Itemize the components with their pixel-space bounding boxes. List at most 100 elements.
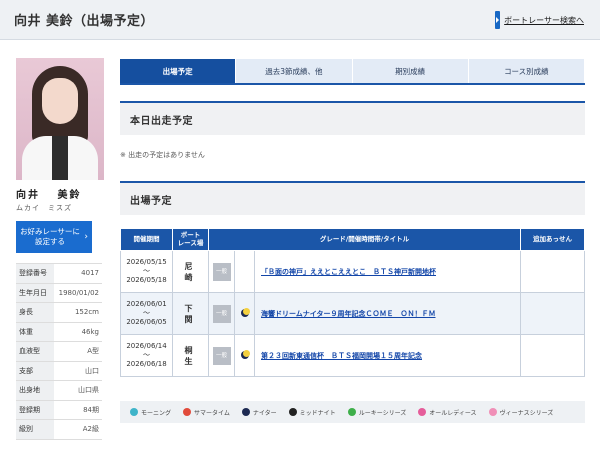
extra-cell	[520, 250, 585, 293]
racer-name: 向井 美鈴	[16, 190, 82, 201]
end-date: 2026/06/18	[126, 359, 167, 368]
grade-badge: 一般	[212, 346, 231, 365]
end-date: 2026/06/05	[126, 317, 167, 326]
legend-summertime: サマータイム	[183, 408, 230, 417]
grade-badge: 一般	[212, 304, 231, 323]
tab-course-results[interactable]: コース別成績	[468, 59, 585, 83]
info-key: 出身地	[16, 381, 54, 400]
info-row-class: 級別 A2級	[16, 420, 102, 440]
start-date: 2026/06/01	[126, 300, 167, 309]
date-range-sep: ～	[143, 267, 150, 276]
legend-label: オールレディース	[429, 409, 477, 417]
period-cell: 2026/05/15 ～ 2026/05/18	[120, 250, 173, 293]
timeslot-legend: モーニング サマータイム ナイター ミッドナイト ルーキーシリーズ オールレディ…	[120, 401, 585, 423]
legend-label: サマータイム	[194, 409, 230, 417]
info-value: 山口	[85, 366, 99, 375]
racer-photo	[16, 58, 104, 180]
table-row: 2026/05/15 ～ 2026/05/18 尼 崎 一般 「Ｂ面の神戸」ええとこ…	[120, 250, 585, 293]
info-value: A型	[87, 347, 99, 356]
info-value: 84期	[83, 405, 99, 414]
timeslot-cell	[234, 292, 255, 335]
info-value: 46kg	[81, 327, 99, 336]
col-header-extra: 追加あっせん	[520, 228, 585, 251]
info-key: 支部	[16, 361, 54, 380]
info-value: 4017	[81, 269, 99, 278]
info-value: 152cm	[74, 308, 99, 317]
midnight-icon	[288, 408, 297, 416]
legend-venus: ヴィーナスシリーズ	[488, 408, 553, 417]
race-title-link[interactable]: 海響ドリームナイター９周年記念ＣＯＭＥ ＯＮ！ＦＭ	[261, 310, 436, 318]
chevron-right-icon	[495, 11, 501, 29]
table-row: 2026/06/01 ～ 2026/06/05 下 関 一般 海響ドリームナイター９…	[120, 292, 585, 335]
info-row-weight: 体重 46kg	[16, 322, 102, 342]
info-value: 山口県	[78, 386, 99, 395]
set-favorite-label[interactable]: お好みレーサーに 設定する	[20, 227, 80, 247]
venue-cell: 下 関	[172, 292, 209, 335]
legend-nighter: ナイター	[241, 408, 277, 417]
racer-tabs: 出場予定 過去3節成績、他 期別成績 コース別成績	[120, 59, 585, 85]
all-ladies-icon	[418, 408, 427, 416]
info-row-branch: 支部 山口	[16, 361, 102, 381]
venue-cell: 尼 崎	[172, 250, 209, 293]
info-key: 体重	[16, 322, 54, 341]
period-cell: 2026/06/01 ～ 2026/06/05	[120, 292, 173, 335]
grade-cell: 一般	[208, 292, 235, 335]
period-cell: 2026/06/14 ～ 2026/06/18	[120, 334, 173, 377]
legend-rookie: ルーキーシリーズ	[347, 408, 407, 417]
table-header-row: 開催期間 ボート レース場 グレード/開催時間帯/タイトル 追加あっせん	[120, 228, 585, 251]
tab-term-results[interactable]: 期別成績	[352, 59, 469, 83]
table-row: 2026/06/14 ～ 2026/06/18 桐 生 一般 第２３回新東通信杯 Ｂ…	[120, 334, 585, 377]
section-title-schedule: 出場予定	[120, 181, 585, 215]
chevron-right-icon: ›	[84, 232, 88, 242]
legend-label: ミッドナイト	[299, 409, 336, 417]
nighter-icon	[241, 408, 250, 416]
legend-label: ナイター	[252, 409, 277, 417]
summertime-icon	[183, 408, 192, 416]
info-row-reg-number: 登録番号 4017	[16, 264, 102, 284]
schedule-table: 開催期間 ボート レース場 グレード/開催時間帯/タイトル 追加あっせん 202…	[120, 228, 585, 377]
venue-cell: 桐 生	[172, 334, 209, 377]
info-row-term: 登録期 84期	[16, 400, 102, 420]
legend-morning: モーニング	[130, 408, 171, 417]
tab-recent-results[interactable]: 過去3節成績、他	[236, 59, 353, 83]
race-title-link[interactable]: 「Ｂ面の神戸」ええとこええとこ ＢＴＳ神戸新開地杯	[261, 268, 436, 276]
tab-schedule[interactable]: 出場予定	[120, 59, 237, 83]
legend-label: ルーキーシリーズ	[358, 409, 407, 417]
section-title-today: 本日出走予定	[120, 101, 585, 135]
extra-cell	[520, 292, 585, 335]
title-cell: 海響ドリームナイター９周年記念ＣＯＭＥ ＯＮ！ＦＭ	[254, 292, 521, 335]
end-date: 2026/05/18	[126, 275, 167, 284]
race-title-link[interactable]: 第２３回新東通信杯 ＢＴＳ福岡開場１５周年記念	[261, 352, 422, 360]
nighter-icon	[240, 349, 250, 359]
info-value: A2級	[82, 425, 99, 434]
info-key: 登録番号	[16, 264, 54, 283]
col-header-title: グレード/開催時間帯/タイトル	[208, 228, 521, 251]
info-value: 1980/01/02	[58, 288, 99, 297]
racer-search-link-label[interactable]: ボートレーサー検索へ	[504, 15, 584, 26]
rookie-icon	[347, 408, 356, 416]
page-title: 向井 美鈴（出場予定）	[14, 14, 155, 29]
start-date: 2026/05/15	[126, 258, 167, 267]
top-bar: 向井 美鈴（出場予定） ボートレーサー検索へ	[0, 0, 600, 40]
info-key: 級別	[16, 420, 54, 439]
info-row-blood-type: 血液型 A型	[16, 342, 102, 362]
info-row-birthdate: 生年月日 1980/01/02	[16, 283, 102, 303]
date-range-sep: ～	[143, 309, 150, 318]
grade-cell: 一般	[208, 250, 235, 293]
info-key: 生年月日	[16, 283, 54, 302]
info-row-hometown: 出身地 山口県	[16, 381, 102, 401]
racer-info-table: 登録番号 4017 生年月日 1980/01/02 身長 152cm 体重 46kg 血…	[16, 263, 102, 440]
legend-label: モーニング	[141, 409, 172, 417]
grade-badge: 一般	[212, 262, 231, 281]
venus-icon	[488, 408, 497, 416]
racer-search-link[interactable]: ボートレーサー検索へ	[495, 11, 584, 29]
col-header-venue: ボート レース場	[172, 228, 209, 251]
col-header-period: 開催期間	[120, 228, 173, 251]
info-key: 登録期	[16, 400, 54, 419]
racer-name-kana: ムカイ ミスズ	[16, 204, 72, 212]
nighter-icon	[240, 307, 250, 317]
title-cell: 「Ｂ面の神戸」ええとこええとこ ＢＴＳ神戸新開地杯	[254, 250, 521, 293]
morning-icon	[130, 408, 138, 416]
racer-profile: 向井 美鈴 ムカイ ミスズ お好みレーサーに 設定する › 登録番号 4017 生…	[16, 58, 104, 440]
set-favorite-button[interactable]: お好みレーサーに 設定する ›	[16, 221, 92, 253]
